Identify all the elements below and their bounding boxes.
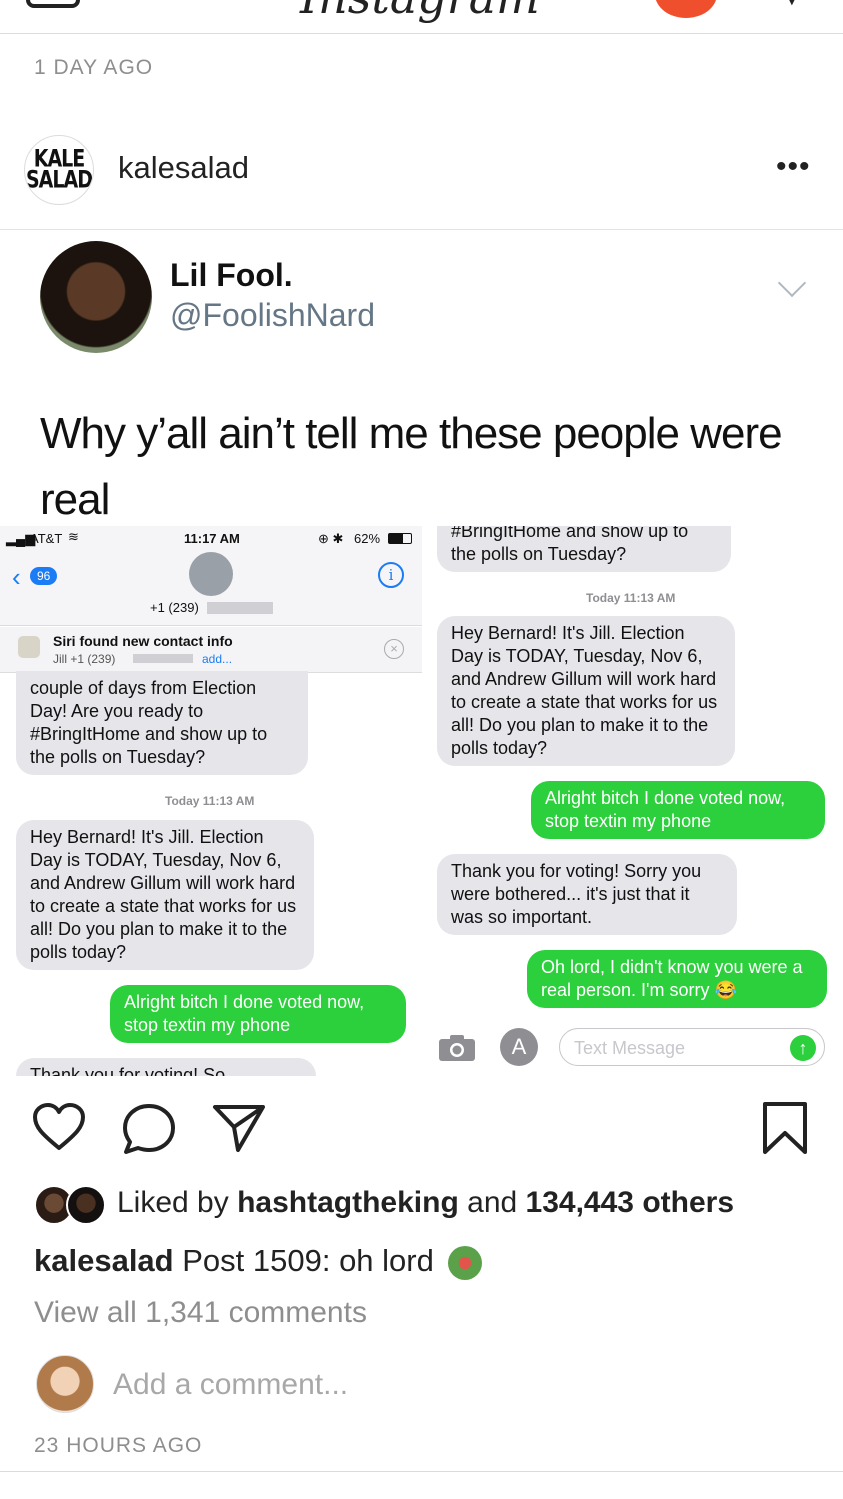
likes-and: and xyxy=(467,1186,518,1219)
appstore-icon[interactable]: A xyxy=(500,1028,538,1066)
contact-avatar-icon[interactable] xyxy=(189,552,233,596)
direct-icon[interactable]: ▼ xyxy=(780,0,804,12)
bluetooth-icon: ⊕ ✱ xyxy=(318,531,344,546)
message-bubble-outgoing: Alright bitch I done voted now, stop tex… xyxy=(531,781,825,839)
redacted-number xyxy=(133,654,193,663)
status-bar: ▂▄▆ AT&T ≋ 11:17 AM ⊕ ✱ 62% xyxy=(0,526,422,552)
status-time: 11:17 AM xyxy=(184,531,240,546)
caption-username[interactable]: kalesalad xyxy=(34,1243,174,1278)
view-all-comments-link[interactable]: View all 1,341 comments xyxy=(34,1296,367,1330)
message-bubble-incoming: #BringItHome and show up to the polls on … xyxy=(437,526,731,572)
redacted-number xyxy=(207,602,273,614)
message-bubble-incoming: Hey Bernard! It's Jill. Election Day is … xyxy=(437,616,735,766)
tweet-author-handle: @FoolishNard xyxy=(170,297,375,333)
contacts-app-icon xyxy=(18,636,40,658)
wifi-icon: ≋ xyxy=(68,529,79,544)
carrier: AT&T xyxy=(30,531,63,546)
post-time-footer: 23 HOURS AGO xyxy=(34,1434,203,1457)
divider xyxy=(0,229,843,230)
author-username[interactable]: kalesalad xyxy=(118,150,249,186)
caption-text: Post 1509: oh lord xyxy=(182,1243,434,1278)
message-bubble-incoming: couple of days from Election Day! Are yo… xyxy=(16,671,308,775)
close-icon[interactable]: × xyxy=(384,639,404,659)
battery-percent: 62% xyxy=(354,531,381,546)
camera-icon[interactable] xyxy=(438,1034,476,1062)
message-timestamp: Today 11:13 AM xyxy=(586,591,676,605)
author-avatar[interactable]: KALE SALAD xyxy=(24,135,94,205)
post-caption: kalesalad Post 1509: oh lord xyxy=(34,1243,483,1280)
likes-prefix: Liked by xyxy=(117,1186,229,1219)
bookmark-icon[interactable] xyxy=(762,1101,808,1155)
heart-icon[interactable] xyxy=(32,1103,86,1151)
siri-subtitle: Jill +1 (239) xyxy=(53,652,116,666)
post-time: 1 DAY AGO xyxy=(34,56,154,79)
share-icon[interactable] xyxy=(212,1103,266,1153)
tweet-avatar xyxy=(40,241,152,353)
siri-suggestion[interactable]: Siri found new contact info Jill +1 (239… xyxy=(0,627,422,673)
sms-screenshot-right: #BringItHome and show up to the polls on … xyxy=(432,526,843,1081)
igtv-icon[interactable] xyxy=(655,0,717,18)
message-bubble-incoming: Thank you for voting! Sorry you were bot… xyxy=(437,854,737,935)
camera-icon[interactable] xyxy=(26,0,80,8)
siri-title: Siri found new contact info xyxy=(53,633,233,649)
likes-summary[interactable]: Liked by hashtagtheking and 134,443 othe… xyxy=(117,1186,734,1220)
action-bar xyxy=(0,1083,843,1173)
current-user-avatar xyxy=(36,1355,94,1413)
app-logo: Instagram xyxy=(300,0,540,24)
more-options-icon[interactable]: ••• xyxy=(776,150,811,184)
divider xyxy=(0,1471,843,1472)
comment-icon[interactable] xyxy=(122,1103,176,1155)
add-comment-input[interactable]: Add a comment... xyxy=(113,1368,348,1402)
tweet-text: Why y’all ain’t tell me these people wer… xyxy=(40,409,783,524)
post-image[interactable]: Lil Fool. @FoolishNard Why y’all ain’t t… xyxy=(0,233,843,1083)
info-icon[interactable]: i xyxy=(378,562,404,588)
send-arrow-icon[interactable]: ↑ xyxy=(790,1035,816,1061)
liker-avatar[interactable] xyxy=(66,1185,106,1225)
chevron-down-icon xyxy=(777,268,807,298)
unread-badge[interactable]: 96 xyxy=(30,567,58,585)
sms-screenshot-left: ▂▄▆ AT&T ≋ 11:17 AM ⊕ ✱ 62% ‹ 96 +1 (239… xyxy=(0,526,422,1076)
battery-icon xyxy=(388,533,412,544)
message-bubble-outgoing: Alright bitch I done voted now, stop tex… xyxy=(110,985,406,1043)
message-input-placeholder: Text Message xyxy=(574,1038,686,1058)
message-input[interactable]: Text Message ↑ xyxy=(559,1028,825,1066)
liker-username[interactable]: hashtagtheking xyxy=(237,1186,459,1219)
avatar-logo-text: KALE SALAD xyxy=(26,145,93,194)
back-chevron-icon[interactable]: ‹ xyxy=(12,562,21,593)
tweet-author-name: Lil Fool. xyxy=(170,257,293,293)
app-top-bar: Instagram ▼ xyxy=(0,0,843,34)
salad-emoji-icon xyxy=(448,1245,483,1280)
message-bubble-incoming: Hey Bernard! It's Jill. Election Day is … xyxy=(16,820,314,970)
message-bubble-outgoing: Oh lord, I didn't know you were a real p… xyxy=(527,950,827,1008)
imessage-header: ▂▄▆ AT&T ≋ 11:17 AM ⊕ ✱ 62% ‹ 96 +1 (239… xyxy=(0,526,422,626)
likes-count[interactable]: 134,443 others xyxy=(526,1186,734,1219)
siri-add-link[interactable]: add... xyxy=(202,652,232,666)
message-timestamp: Today 11:13 AM xyxy=(165,794,255,808)
message-bubble-incoming: Thank you for voting! So... xyxy=(16,1058,316,1076)
contact-number[interactable]: +1 (239) xyxy=(150,600,199,615)
